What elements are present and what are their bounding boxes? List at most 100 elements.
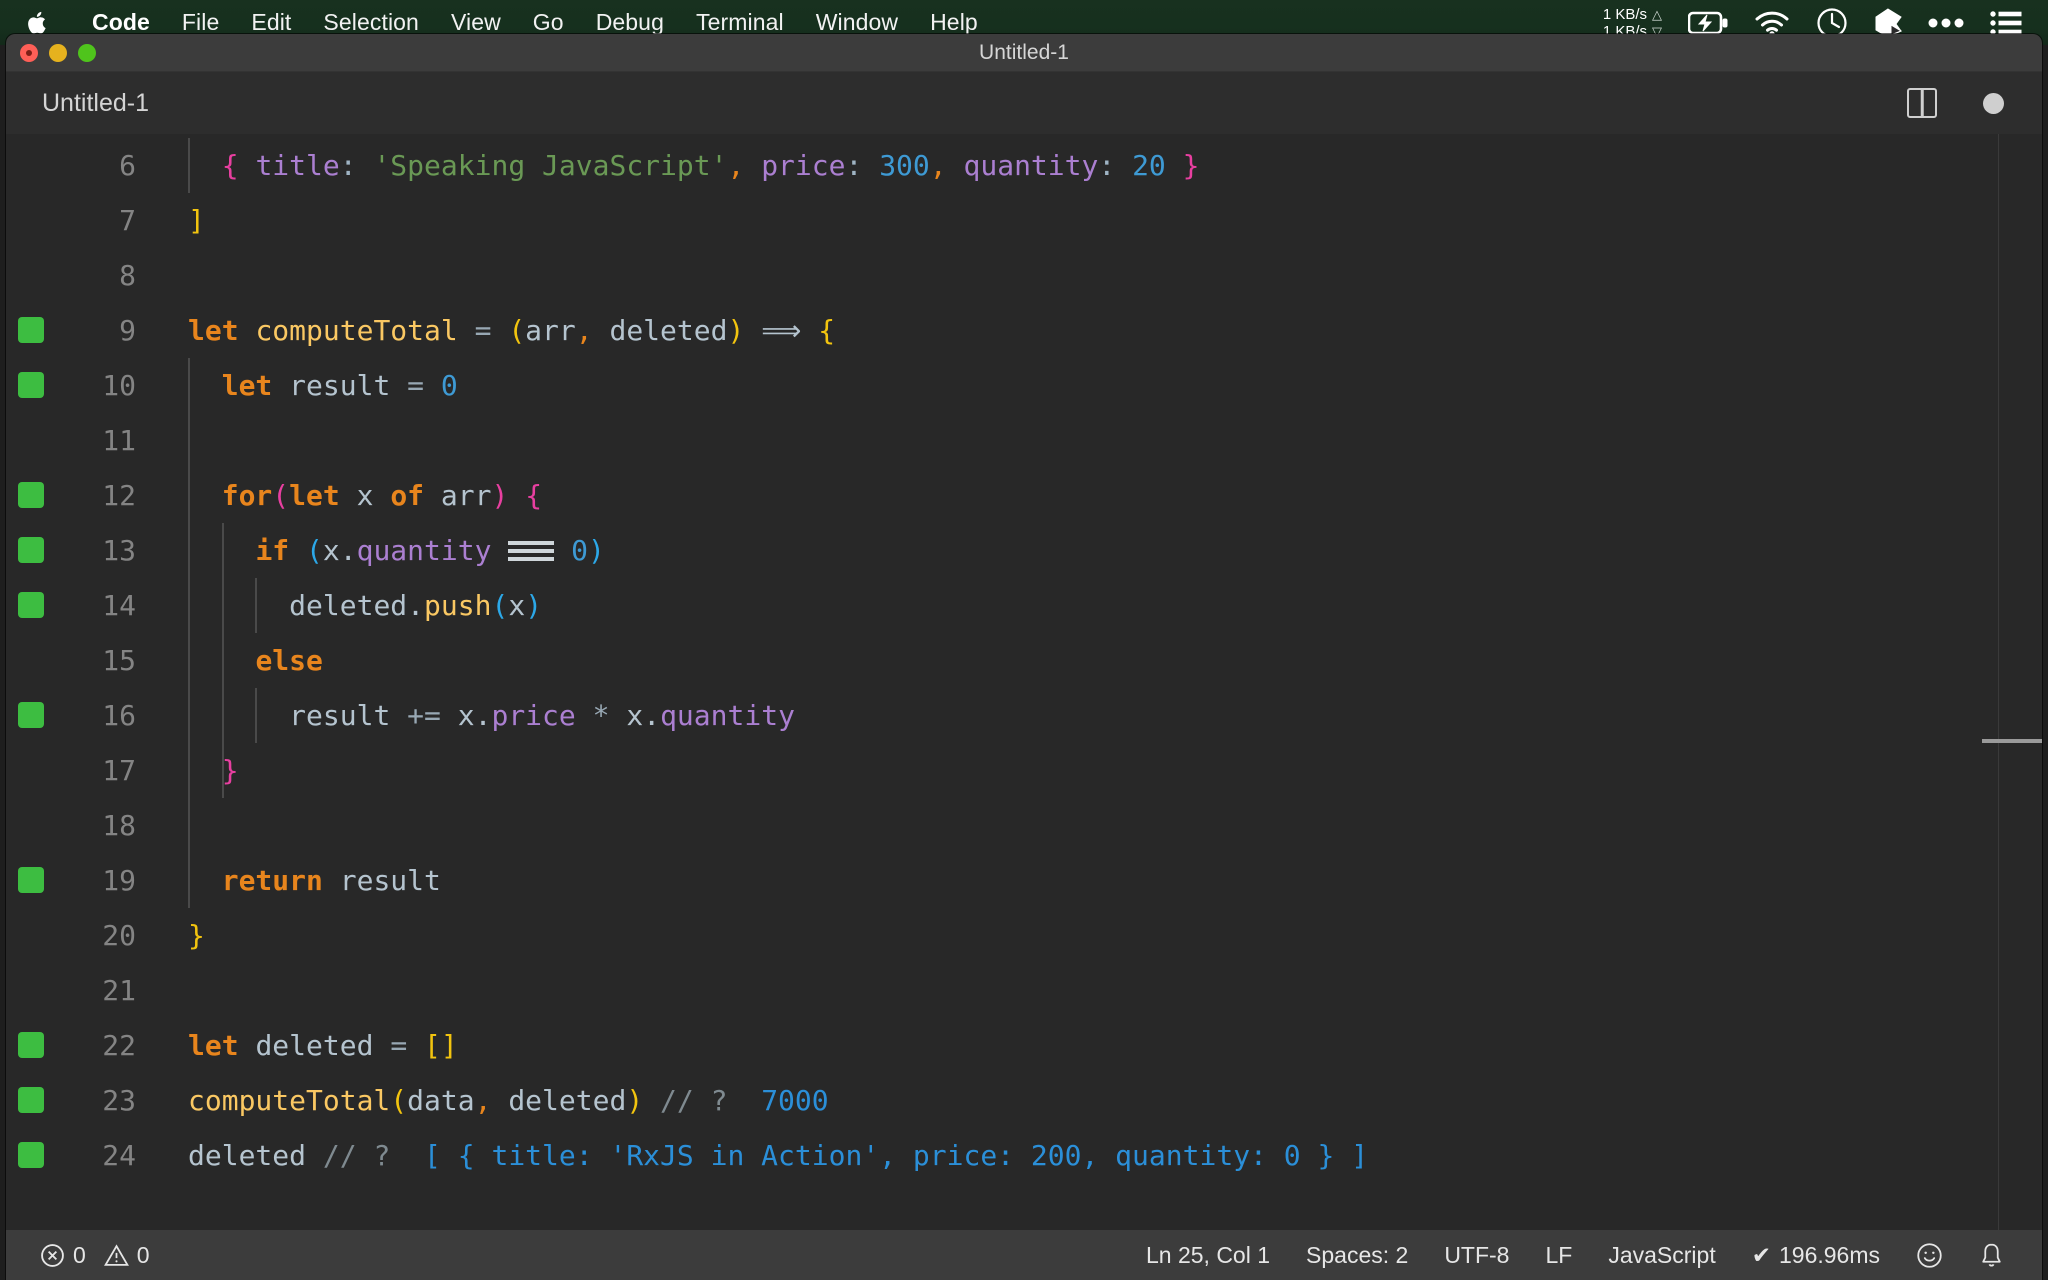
code-line[interactable]: 8 xyxy=(6,248,2042,303)
code-token: data xyxy=(407,1084,475,1117)
code-token: computeTotal xyxy=(255,314,458,347)
smiley-icon[interactable] xyxy=(1916,1242,1943,1269)
code-token: [ { title: 'RxJS in Action', price: 200,… xyxy=(424,1139,1369,1172)
quokka-status[interactable]: ✔ 196.96ms xyxy=(1752,1242,1880,1269)
menu-item-selection[interactable]: Selection xyxy=(307,9,435,36)
code-token: : xyxy=(1098,149,1116,182)
bell-icon[interactable] xyxy=(1979,1242,2004,1269)
code-line[interactable]: 10 let result = 0 xyxy=(6,358,2042,413)
language-mode[interactable]: JavaScript xyxy=(1608,1242,1715,1269)
line-number: 21 xyxy=(102,974,136,1007)
line-number: 16 xyxy=(102,699,136,732)
code-line[interactable]: 9 let computeTotal = (arr, deleted) ⟹ { xyxy=(6,303,2042,358)
code-line[interactable]: 24 deleted // ? [ { title: 'RxJS in Actio… xyxy=(6,1128,2042,1183)
warning-count: 0 xyxy=(136,1241,150,1268)
code-line[interactable]: 15 else xyxy=(6,633,2042,688)
code-token: title xyxy=(255,149,340,182)
maximize-button[interactable] xyxy=(78,43,96,62)
code-line[interactable]: 18 xyxy=(6,798,2042,853)
window-title: Untitled-1 xyxy=(979,40,1069,64)
dropbox-icon[interactable] xyxy=(1874,7,1902,38)
menu-item-view[interactable]: View xyxy=(435,9,517,36)
code-token: . xyxy=(474,699,492,732)
code-token: quantity xyxy=(660,699,795,732)
code-line[interactable]: 7] xyxy=(6,193,2042,248)
indentation-setting[interactable]: Spaces: 2 xyxy=(1306,1242,1408,1269)
line-content: return result xyxy=(188,853,441,908)
apple-logo-icon[interactable] xyxy=(26,8,50,38)
screen: Code File Edit Selection View Go Debug Terminal… xyxy=(0,0,2048,1280)
code-line[interactable]: 21 xyxy=(6,963,2042,1018)
menu-item-window[interactable]: Window xyxy=(800,9,914,36)
menu-item-code[interactable]: Code xyxy=(76,9,166,36)
code-line[interactable]: 13 if (x.quantity 0) xyxy=(6,523,2042,578)
code-token: quantity xyxy=(963,149,1099,182)
line-content: for(let x of arr) { xyxy=(188,468,542,523)
ellipsis-icon[interactable] xyxy=(1928,17,1964,29)
menu-item-edit[interactable]: Edit xyxy=(235,9,307,36)
code-token: let xyxy=(289,479,340,512)
split-editor-icon[interactable] xyxy=(1907,88,1937,118)
code-token: deleted xyxy=(508,1084,627,1117)
code-token: 300 xyxy=(879,149,930,182)
menu-list-icon[interactable] xyxy=(1990,10,2022,36)
menu-item-terminal[interactable]: Terminal xyxy=(680,9,800,36)
line-number: 20 xyxy=(102,919,136,952)
code-line[interactable]: 6 { title: 'Speaking JavaScript', price:… xyxy=(6,138,2042,193)
code-token: * xyxy=(592,699,610,732)
code-token: } xyxy=(1182,149,1200,182)
code-token: ) xyxy=(626,1084,644,1117)
problems-status[interactable]: 0 0 xyxy=(40,1242,150,1269)
menu-item-file[interactable]: File xyxy=(166,9,235,36)
code-line[interactable]: 22 let deleted = [] xyxy=(6,1018,2042,1073)
warning-triangle-icon xyxy=(103,1243,129,1268)
menu-item-help[interactable]: Help xyxy=(914,9,994,36)
code-line[interactable]: 23 computeTotal(data, deleted) // ? 7000 xyxy=(6,1073,2042,1128)
code-line[interactable]: 12 for(let x of arr) { xyxy=(6,468,2042,523)
code-line[interactable]: 11 xyxy=(6,413,2042,468)
menu-item-debug[interactable]: Debug xyxy=(580,9,680,36)
close-button[interactable] xyxy=(20,43,38,62)
line-content: let computeTotal = (arr, deleted) ⟹ { xyxy=(188,303,835,358)
unsaved-dot-icon[interactable] xyxy=(1983,92,2004,114)
code-token: 7000 xyxy=(761,1084,829,1117)
code-token: let xyxy=(188,1029,239,1062)
menu-item-go[interactable]: Go xyxy=(517,9,580,36)
code-line[interactable]: 19 return result xyxy=(6,853,2042,908)
code-token: [] xyxy=(424,1029,458,1062)
code-line[interactable]: 17 } xyxy=(6,743,2042,798)
code-token: ( xyxy=(491,589,509,622)
code-token: else xyxy=(255,644,323,677)
line-number: 11 xyxy=(102,424,136,457)
code-token: deleted xyxy=(609,314,728,347)
code-token: . xyxy=(407,589,425,622)
code-token: deleted xyxy=(188,1139,307,1172)
encoding-setting[interactable]: UTF-8 xyxy=(1444,1242,1509,1269)
code-editor[interactable]: 6 { title: 'Speaking JavaScript', price:… xyxy=(6,134,2042,1230)
tab-untitled-1[interactable]: Untitled-1 xyxy=(6,72,171,134)
cursor-position[interactable]: Ln 25, Col 1 xyxy=(1146,1242,1270,1269)
minimize-button[interactable] xyxy=(49,43,67,62)
eol-setting[interactable]: LF xyxy=(1545,1242,1572,1269)
code-token: x xyxy=(626,699,644,732)
code-line[interactable]: 14 deleted.push(x) xyxy=(6,578,2042,633)
wifi-icon[interactable] xyxy=(1754,10,1790,36)
battery-charging-icon[interactable] xyxy=(1688,10,1728,36)
code-line[interactable]: 16 result += x.price * x.quantity xyxy=(6,688,2042,743)
status-bar: 0 0 Ln 25, Col 1 Spaces: 2 UTF-8 LF Java… xyxy=(6,1230,2042,1280)
status-bar-right: Ln 25, Col 1 Spaces: 2 UTF-8 LF JavaScri… xyxy=(1146,1242,2042,1269)
code-line[interactable]: 20} xyxy=(6,908,2042,963)
line-number: 10 xyxy=(102,369,136,402)
code-token: , xyxy=(474,1084,492,1117)
line-number: 22 xyxy=(102,1029,136,1062)
line-number: 6 xyxy=(119,149,136,182)
